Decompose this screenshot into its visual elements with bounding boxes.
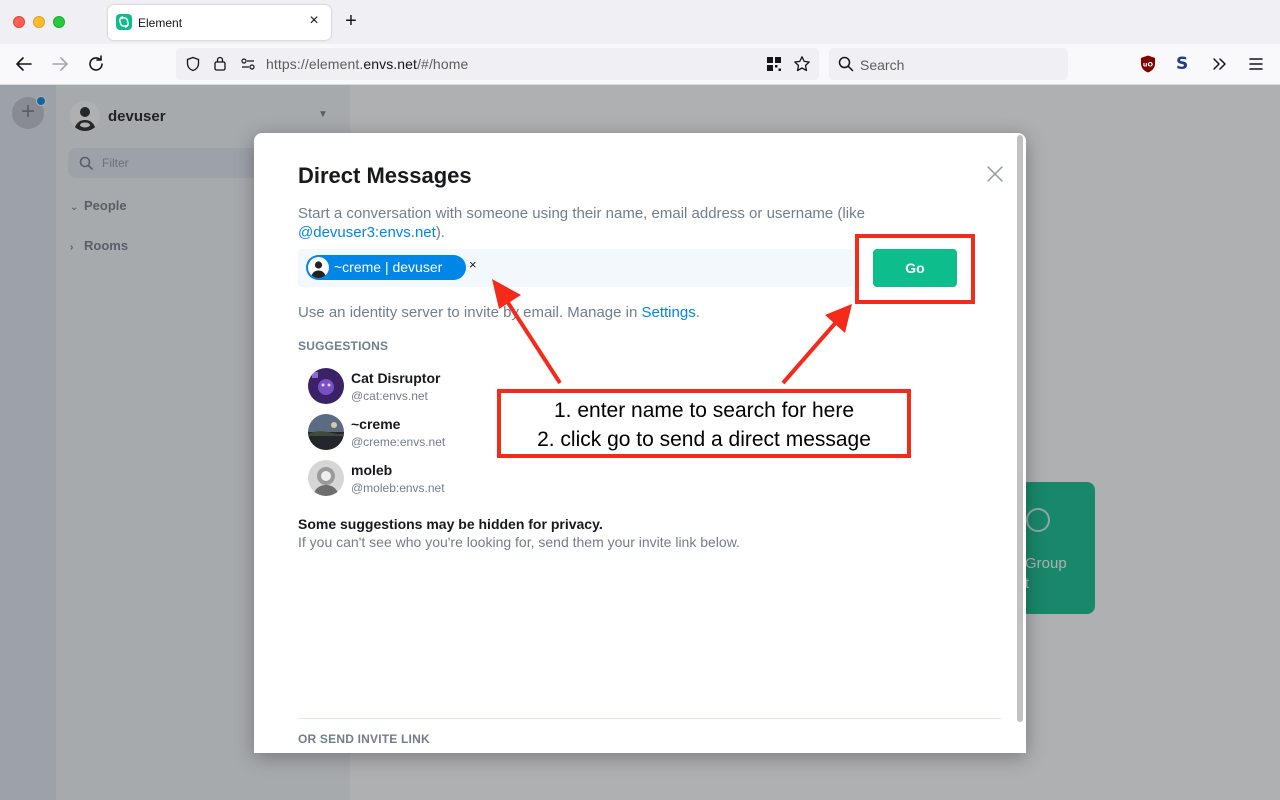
annotation-arrows: [492, 279, 852, 385]
arrow-to-go: [781, 304, 852, 385]
arrow-to-input: [492, 279, 562, 385]
